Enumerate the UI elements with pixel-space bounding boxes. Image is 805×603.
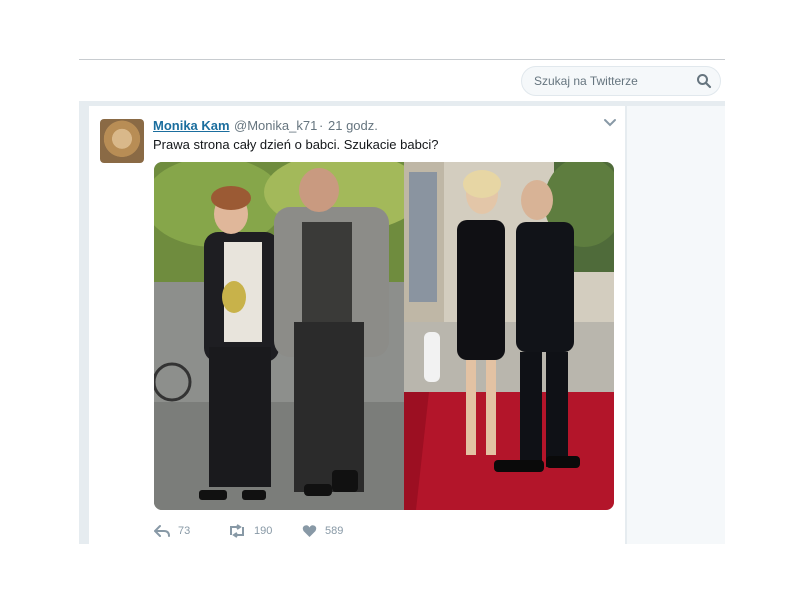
tweet-text: Prawa strona cały dzień o babci. Szukaci…: [153, 137, 439, 152]
tweet-actions: 73 190 589: [154, 523, 454, 539]
reply-count: 73: [178, 525, 191, 537]
photo-illustration: [154, 162, 614, 510]
search-input[interactable]: Szukaj na Twitterze: [534, 74, 638, 88]
tweet-photo[interactable]: [154, 162, 614, 510]
search-icon[interactable]: [696, 73, 712, 89]
search-box[interactable]: Szukaj na Twitterze: [521, 66, 721, 96]
author-name[interactable]: Monika Kam: [153, 118, 230, 133]
retweet-count: 190: [254, 525, 273, 537]
meta-separator: ·: [319, 118, 324, 133]
heart-icon[interactable]: [302, 524, 317, 538]
reply-icon[interactable]: [154, 524, 170, 538]
chevron-down-icon[interactable]: [603, 118, 617, 128]
tweet-timestamp[interactable]: 21 godz.: [328, 118, 378, 133]
reply-action[interactable]: 73: [154, 523, 190, 539]
retweet-action[interactable]: 190: [228, 523, 272, 539]
like-action[interactable]: 589: [302, 523, 343, 539]
like-count: 589: [325, 525, 344, 537]
right-column: [627, 106, 725, 544]
author-handle[interactable]: @Monika_k71: [234, 118, 317, 133]
avatar[interactable]: [100, 119, 144, 163]
retweet-icon[interactable]: [228, 524, 246, 538]
